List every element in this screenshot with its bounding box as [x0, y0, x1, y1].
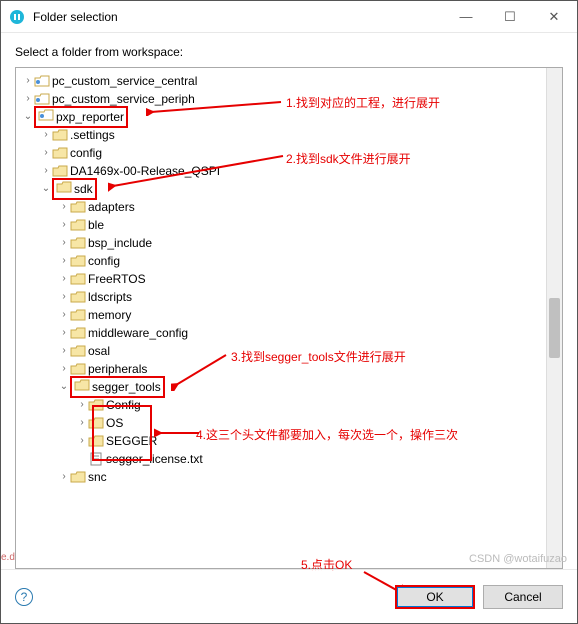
tree-item-label: config	[88, 252, 120, 270]
tree-item[interactable]: › FreeRTOS	[22, 270, 540, 288]
tree-item-label: bsp_include	[88, 234, 152, 252]
help-button[interactable]: ?	[15, 588, 33, 606]
tree-item-label: memory	[88, 306, 131, 324]
tree-item[interactable]: › ble	[22, 216, 540, 234]
tree-item[interactable]: › config	[22, 144, 540, 162]
tree-item[interactable]: › .settings	[22, 126, 540, 144]
chevron-right-icon[interactable]: ›	[76, 414, 88, 432]
chevron-right-icon[interactable]: ›	[58, 252, 70, 270]
tree-item[interactable]: ⌄ pxp_reporter	[22, 108, 540, 126]
project-icon	[34, 74, 50, 88]
tree-item-label: pc_custom_service_central	[52, 72, 197, 90]
tree-item[interactable]: ⌄ sdk	[22, 180, 540, 198]
scrollbar-thumb[interactable]	[549, 298, 560, 358]
chevron-right-icon[interactable]: ›	[58, 288, 70, 306]
chevron-right-icon[interactable]: ›	[40, 144, 52, 162]
ed-label: e.d	[1, 552, 15, 563]
chevron-right-icon[interactable]: ›	[58, 468, 70, 486]
ok-button[interactable]: OK	[395, 585, 475, 609]
folder-icon	[70, 272, 86, 286]
app-icon	[9, 9, 25, 25]
maximize-button[interactable]: ☐	[495, 9, 525, 25]
group-highlight	[92, 405, 152, 461]
tree-item[interactable]: › adapters	[22, 198, 540, 216]
prompt-label: Select a folder from workspace:	[15, 45, 563, 59]
folder-icon	[70, 254, 86, 268]
tree-item-label: sdk	[74, 182, 93, 196]
titlebar: Folder selection — ☐ ✕	[1, 1, 577, 33]
folder-icon	[70, 470, 86, 484]
chevron-right-icon[interactable]: ›	[76, 396, 88, 414]
tree-item-label: FreeRTOS	[88, 270, 146, 288]
minimize-button[interactable]: —	[451, 9, 481, 25]
tree-item[interactable]: › pc_custom_service_central	[22, 72, 540, 90]
chevron-right-icon[interactable]: ›	[76, 432, 88, 450]
tree-item-label: ble	[88, 216, 104, 234]
chevron-down-icon[interactable]: ⌄	[58, 378, 70, 396]
folder-icon	[56, 180, 72, 194]
tree-item[interactable]: › osal	[22, 342, 540, 360]
tree-item[interactable]: ⌄ segger_tools	[22, 378, 540, 396]
project-icon	[34, 92, 50, 106]
folder-icon	[70, 218, 86, 232]
project-icon	[38, 108, 54, 122]
tree-item[interactable]: › ldscripts	[22, 288, 540, 306]
tree-item[interactable]: › config	[22, 252, 540, 270]
folder-icon	[70, 362, 86, 376]
tree-item-label: segger_tools	[92, 380, 161, 394]
tree-item-label: snc	[88, 468, 107, 486]
chevron-right-icon[interactable]: ›	[58, 306, 70, 324]
tree-item-label: pxp_reporter	[56, 110, 124, 124]
close-button[interactable]: ✕	[539, 9, 569, 25]
chevron-down-icon[interactable]: ⌄	[40, 180, 52, 198]
folder-icon	[70, 326, 86, 340]
chevron-right-icon[interactable]: ›	[40, 126, 52, 144]
chevron-right-icon[interactable]: ›	[58, 360, 70, 378]
chevron-down-icon[interactable]: ⌄	[22, 108, 34, 126]
tree-view[interactable]: ›pc_custom_service_central›pc_custom_ser…	[15, 67, 563, 569]
folder-icon	[52, 128, 68, 142]
scrollbar[interactable]	[546, 68, 562, 568]
folder-icon	[52, 146, 68, 160]
folder-icon	[70, 200, 86, 214]
folder-icon	[52, 164, 68, 178]
chevron-right-icon[interactable]: ›	[58, 270, 70, 288]
chevron-right-icon[interactable]: ›	[58, 216, 70, 234]
chevron-right-icon[interactable]: ›	[58, 198, 70, 216]
folder-icon	[70, 236, 86, 250]
tree-item-label: ldscripts	[88, 288, 132, 306]
tree-item[interactable]: › bsp_include	[22, 234, 540, 252]
folder-icon	[70, 344, 86, 358]
tree-item[interactable]: ›DA1469x-00-Release_QSPI	[22, 162, 540, 180]
footer: ? OK Cancel	[1, 569, 577, 623]
chevron-right-icon[interactable]: ›	[22, 90, 34, 108]
tree-item[interactable]: › memory	[22, 306, 540, 324]
watermark: CSDN @wotaifuzao	[469, 553, 567, 565]
folder-icon	[70, 308, 86, 322]
chevron-right-icon[interactable]: ›	[40, 162, 52, 180]
chevron-right-icon[interactable]: ›	[58, 324, 70, 342]
chevron-right-icon[interactable]: ›	[58, 342, 70, 360]
tree-item-label: middleware_config	[88, 324, 188, 342]
chevron-right-icon[interactable]: ›	[58, 234, 70, 252]
tree-item-label: config	[70, 144, 102, 162]
tree-item-label: osal	[88, 342, 110, 360]
folder-open-icon	[74, 378, 90, 392]
tree-item[interactable]: › snc	[22, 468, 540, 486]
tree-item-label: adapters	[88, 198, 135, 216]
tree-item-label: .settings	[70, 126, 115, 144]
tree-item[interactable]: › middleware_config	[22, 324, 540, 342]
cancel-button[interactable]: Cancel	[483, 585, 563, 609]
window-title: Folder selection	[33, 10, 451, 24]
chevron-right-icon[interactable]: ›	[22, 72, 34, 90]
folder-icon	[70, 290, 86, 304]
